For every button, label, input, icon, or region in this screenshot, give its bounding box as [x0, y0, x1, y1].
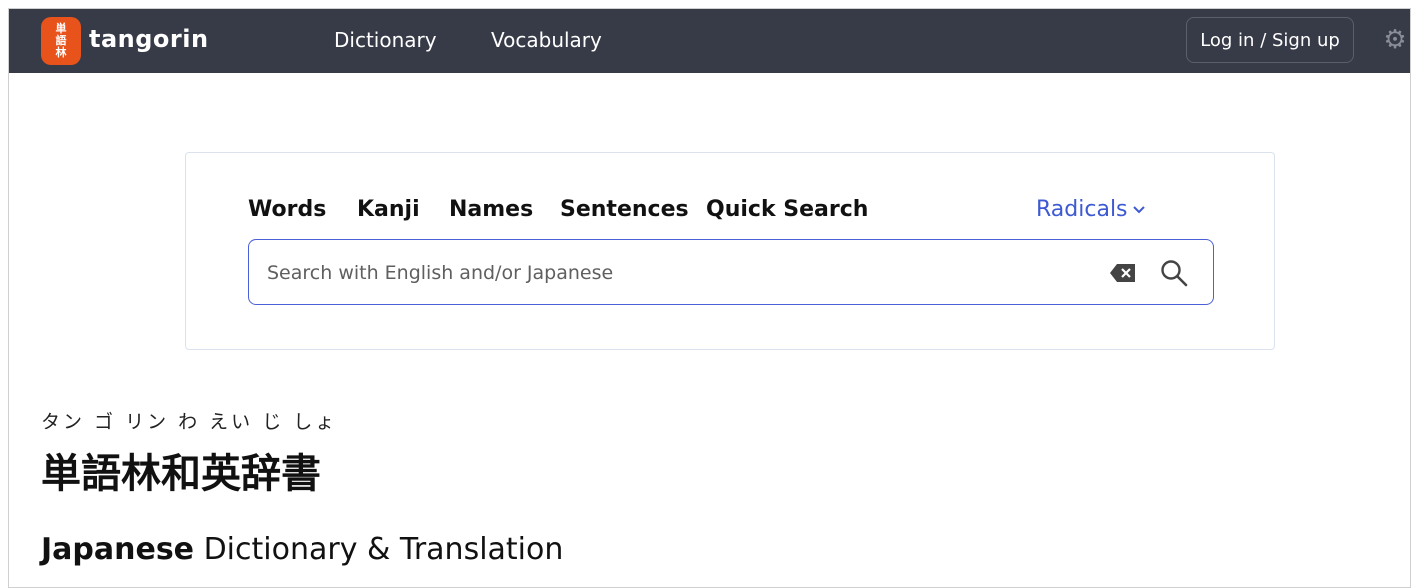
- page-subtitle: Japanese Dictionary & Translation: [41, 532, 563, 567]
- search-icon[interactable]: [1159, 258, 1189, 288]
- subtitle-rest: Dictionary & Translation: [194, 532, 564, 567]
- browser-viewport: 単 語 林 tangorin Dictionary Vocabulary Log…: [8, 8, 1411, 588]
- chevron-down-icon: [1132, 200, 1146, 219]
- nav-link-vocabulary[interactable]: Vocabulary: [491, 28, 602, 52]
- radicals-dropdown[interactable]: Radicals: [1036, 197, 1146, 222]
- tab-words[interactable]: Words: [248, 197, 326, 222]
- nav-link-dictionary[interactable]: Dictionary: [334, 28, 437, 52]
- tab-quick-search[interactable]: Quick Search: [706, 197, 868, 222]
- subtitle-bold: Japanese: [41, 532, 195, 567]
- search-card: Words Kanji Names Sentences Quick Search…: [185, 152, 1275, 350]
- login-signup-button[interactable]: Log in / Sign up: [1186, 17, 1354, 63]
- gear-icon[interactable]: ⚙: [1380, 25, 1410, 55]
- search-input[interactable]: [265, 254, 1089, 292]
- tab-sentences[interactable]: Sentences: [560, 197, 689, 222]
- top-navbar: 単 語 林 tangorin Dictionary Vocabulary Log…: [9, 9, 1410, 73]
- search-box: [248, 239, 1214, 305]
- backspace-icon[interactable]: [1109, 262, 1137, 284]
- brand-name[interactable]: tangorin: [89, 25, 209, 53]
- title-furigana: タン ゴ リン わ えい じ しょ: [41, 411, 338, 433]
- page-title: 単語林和英辞書: [41, 451, 321, 497]
- logo-icon[interactable]: 単 語 林: [41, 17, 81, 65]
- tab-kanji[interactable]: Kanji: [357, 197, 420, 222]
- tab-names[interactable]: Names: [449, 197, 533, 222]
- radicals-label: Radicals: [1036, 197, 1128, 222]
- logo-char: 林: [55, 46, 67, 59]
